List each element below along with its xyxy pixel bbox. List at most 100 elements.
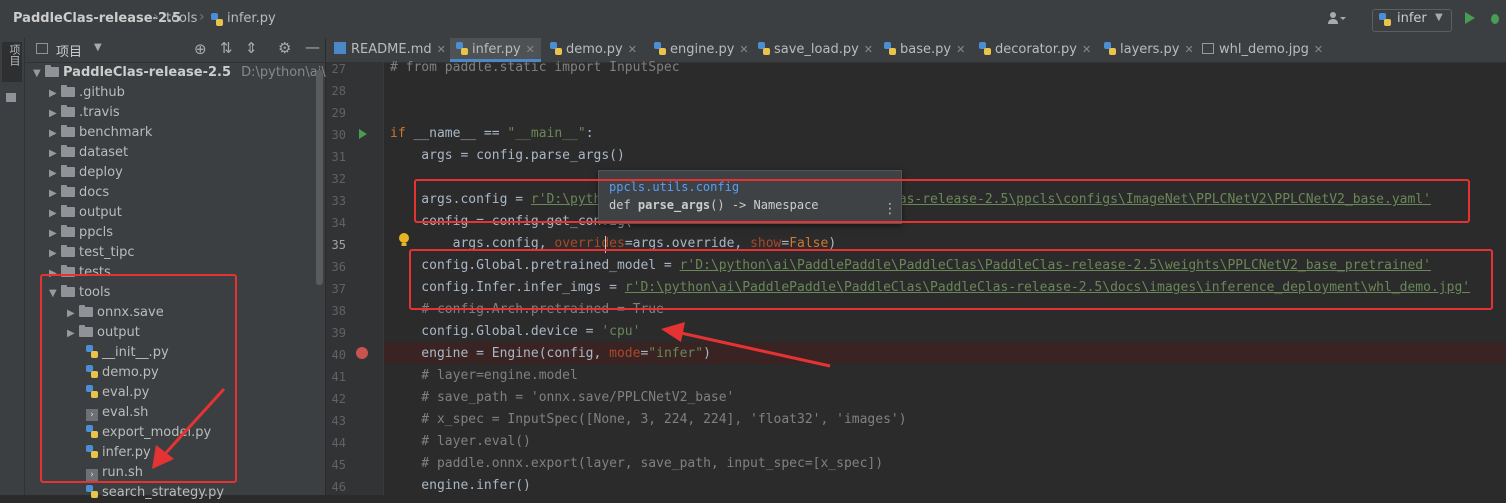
folder-icon [61,165,75,177]
line-number: 30 [331,128,346,142]
project-panel-title[interactable]: 项目 [56,41,82,60]
tree-item-label: search_strategy.py [102,485,225,500]
tree-item-folder[interactable]: ▶ docs [49,183,109,203]
tree-item-label: docs [79,185,110,200]
project-scrollbar[interactable] [316,70,323,285]
line-number: 35 [331,238,346,252]
image-file-icon [1202,43,1214,54]
code-line[interactable]: config.Global.device = 'cpu' [390,321,640,343]
code-line[interactable]: # save_path = 'onnx.save/PPLCNetV2_base' [390,387,734,409]
tree-item-folder[interactable]: ▶ deploy [49,163,123,183]
code-line[interactable]: # paddle.onnx.export(layer, save_path, i… [390,453,883,475]
tree-item-label: benchmark [79,125,153,140]
code-line[interactable]: if __name__ == "__main__": [390,123,594,145]
tree-item-label: ppcls [79,225,114,240]
code-comment: # paddle.onnx.export(layer, save_path, i… [390,456,884,471]
tree-item-label: .travis [79,105,120,120]
breadcrumb-file[interactable]: infer.py [227,11,276,26]
code-line[interactable]: engine.infer() [390,475,531,497]
code-keyword: if [390,126,406,141]
close-icon[interactable]: ✕ [1082,43,1091,56]
tree-item-folder[interactable]: ▶ ppcls [49,223,113,243]
tab-label: base.py [900,42,952,57]
close-icon[interactable]: ✕ [1314,43,1323,56]
user-icon[interactable] [1328,11,1346,25]
tree-item-folder[interactable]: ▶ benchmark [49,123,152,143]
run-line-icon[interactable] [358,128,368,144]
python-file-icon [211,13,227,28]
tab-layers[interactable]: layers.py ✕ [1104,38,1194,62]
line-number: 44 [331,436,346,450]
breakpoint-icon[interactable] [356,347,368,359]
tab-label: engine.py [670,42,735,57]
close-icon[interactable]: ✕ [1184,43,1193,56]
tree-item-folder[interactable]: ▶ dataset [49,143,128,163]
code-line[interactable]: # layer.eval() [390,431,531,453]
code-line[interactable]: # from paddle.static import InputSpec [390,57,680,79]
markdown-file-icon [334,42,346,54]
locate-icon[interactable]: ⊕ [194,40,207,58]
line-number: 33 [331,194,346,208]
python-run-icon [1379,13,1395,28]
code-comment: # layer.eval() [390,434,531,449]
tree-item-folder[interactable]: ▶ test_tipc [49,243,135,263]
chevron-right-icon: ▶ [49,148,57,159]
close-icon[interactable]: ✕ [628,43,637,56]
hide-panel-icon[interactable]: — [305,38,320,56]
project-tool-button[interactable]: 项目 [2,42,22,82]
folder-icon [61,225,75,237]
close-icon[interactable]: ✕ [739,43,748,56]
gear-icon[interactable]: ⚙ [278,39,291,57]
chevron-right-icon: ▶ [49,188,57,199]
tree-item-folder[interactable]: ▶ .github [49,83,125,103]
tree-item-folder[interactable]: ▶ .travis [49,103,120,123]
run-configuration-select[interactable]: infer ▼ [1372,9,1452,32]
code-param: mode [609,346,641,361]
python-file-icon [758,42,770,55]
close-icon[interactable]: ✕ [437,43,446,56]
line-number: 45 [331,458,346,472]
folder-icon [61,185,75,197]
project-panel-header: 项目 ▼ ⊕ ⇅ ⇕ ⚙ — [25,38,325,63]
tool-window-strip: 项目 [0,38,25,495]
line-number: 34 [331,216,346,230]
code-text: args = config.parse_args() [390,148,625,163]
folder-icon [61,105,75,117]
tab-whl-demo[interactable]: whl_demo.jpg ✕ [1202,38,1323,62]
breadcrumb-separator: › [153,9,159,25]
chevron-right-icon: ▶ [49,88,57,99]
expand-all-icon[interactable]: ⇅ [220,39,233,57]
close-icon[interactable]: ✕ [956,43,965,56]
breadcrumb-folder[interactable]: tools [166,11,197,26]
tab-decorator[interactable]: decorator.py ✕ [979,38,1091,62]
run-icon[interactable] [1464,11,1476,29]
chevron-down-icon: ▼ [1435,12,1443,23]
code-line[interactable]: args = config.parse_args() [390,145,625,167]
close-icon[interactable]: ✕ [526,43,535,56]
tab-save-load[interactable]: save_load.py ✕ [758,38,873,62]
code-comment: # save_path = 'onnx.save/PPLCNetV2_base' [390,390,735,405]
tree-item-label: output [79,205,122,220]
navigation-bar: PaddleClas-release-2.5 › tools › infer.p… [0,0,1506,39]
chevron-right-icon: ▶ [49,108,57,119]
line-number: 40 [331,348,346,362]
code-text: : [585,126,594,141]
code-line[interactable]: # x_spec = InputSpec([None, 3, 224, 224]… [390,409,906,431]
code-string: 'cpu' [601,324,641,339]
debug-icon[interactable] [1488,11,1502,29]
close-icon[interactable]: ✕ [864,43,873,56]
annotation-box-paths [409,249,1493,310]
code-line[interactable]: # layer=engine.model [390,365,578,387]
chevron-right-icon: ▶ [49,208,57,219]
tab-base[interactable]: base.py ✕ [884,38,965,62]
python-file-icon [550,42,562,55]
folder-icon [61,205,75,217]
line-number: 31 [331,150,346,164]
line-number: 39 [331,326,346,340]
tree-item-label: .github [79,85,125,100]
tree-item-file[interactable]: search_strategy.py [86,483,224,503]
chevron-down-icon[interactable]: ▼ [94,42,102,53]
collapse-all-icon[interactable]: ⇕ [245,39,258,57]
line-number: 43 [331,414,346,428]
tree-item-folder[interactable]: ▶ output [49,203,122,223]
